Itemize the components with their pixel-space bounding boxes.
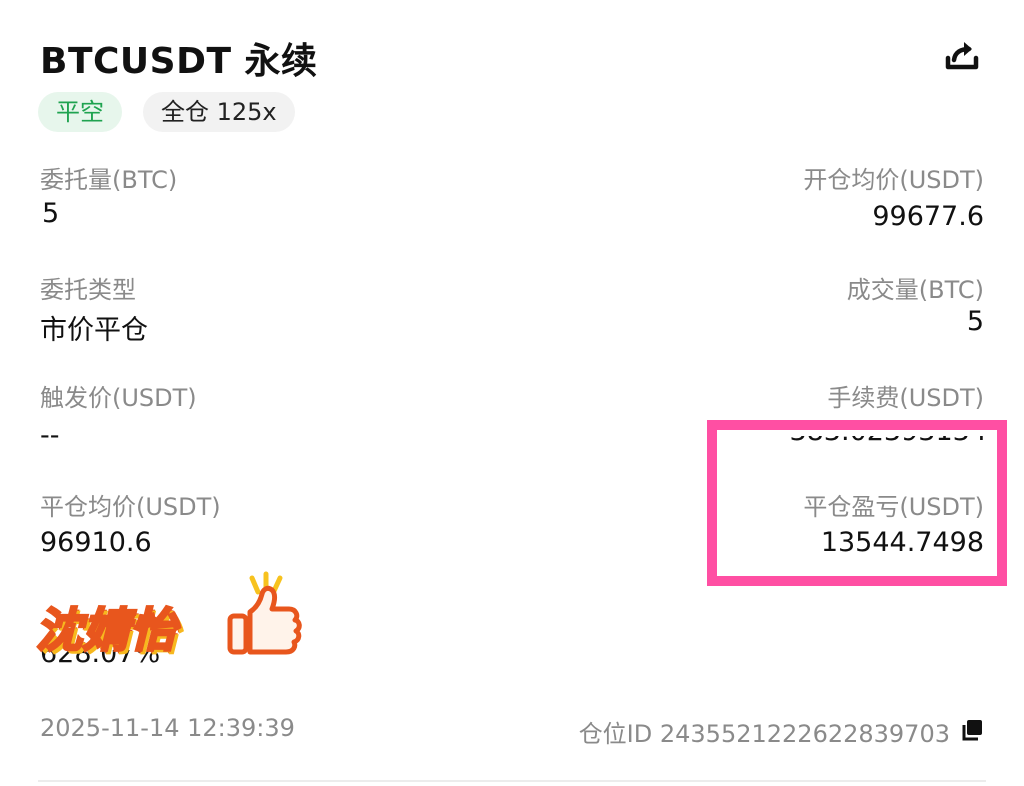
order-type-label: 委托类型 <box>40 276 136 304</box>
share-icon[interactable] <box>942 36 982 76</box>
timestamp: 2025-11-14 12:39:39 <box>40 714 295 742</box>
divider <box>38 780 986 782</box>
page-title: BTCUSDT 永续 <box>40 41 318 82</box>
order-qty-label: 委托量(BTC) <box>40 166 178 194</box>
side-badge: 平空 <box>38 92 122 132</box>
sticker-text: 沈婧怡 <box>35 602 178 659</box>
highlight-box <box>707 420 1007 586</box>
filled-qty-value: 5 <box>966 306 984 337</box>
trigger-price-value: -- <box>40 420 60 451</box>
open-avg-price-label: 开仓均价(USDT) <box>803 166 984 194</box>
thumbs-up-icon <box>222 570 326 662</box>
filled-qty-label: 成交量(BTC) <box>846 276 984 304</box>
position-id: 仓位ID 2435521222622839703 <box>578 720 950 748</box>
margin-leverage-badge: 全仓 125x <box>143 92 295 132</box>
order-type-value: 市价平仓 <box>40 315 148 346</box>
copy-icon[interactable] <box>960 718 986 742</box>
fee-label: 手续费(USDT) <box>827 384 984 412</box>
open-avg-price-value: 99677.6 <box>872 201 984 232</box>
close-avg-price-value: 96910.6 <box>40 527 152 558</box>
close-avg-price-label: 平仓均价(USDT) <box>40 493 221 521</box>
order-qty-value: 5 <box>42 198 60 229</box>
trigger-price-label: 触发价(USDT) <box>40 384 197 412</box>
